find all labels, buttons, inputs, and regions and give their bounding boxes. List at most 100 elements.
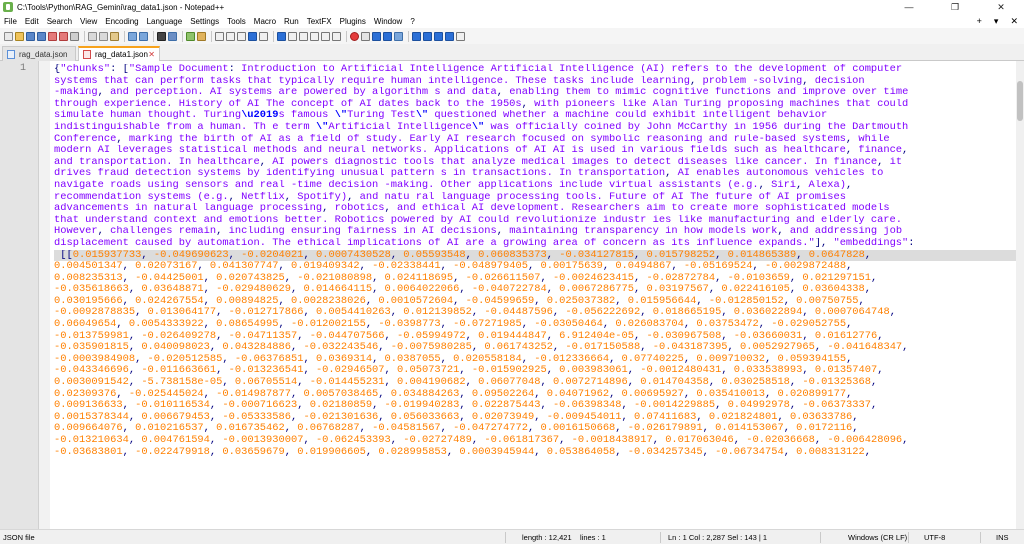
arrow-left-icon[interactable]: [412, 31, 421, 41]
toolbar-separator: [124, 30, 125, 42]
toolbar-separator: [182, 30, 183, 42]
vertical-scrollbar[interactable]: [1016, 61, 1024, 529]
toolbar-separator: [84, 30, 85, 42]
menu-search[interactable]: Search: [43, 17, 76, 26]
menu-file[interactable]: File: [0, 17, 21, 26]
menu-encoding[interactable]: Encoding: [101, 17, 142, 26]
code-line: through experience. History of AI The co…: [54, 98, 909, 110]
title-bar: C:\Tools\Python\RAG_Gemini\rag_data1.jso…: [0, 0, 1024, 14]
code-line: and transportation. In healthcare, AI po…: [54, 156, 903, 168]
minimize-button[interactable]: —: [886, 0, 932, 14]
menu-window[interactable]: Window: [370, 17, 406, 26]
toolbar-separator: [273, 30, 274, 42]
menu-textfx[interactable]: TextFX: [303, 17, 336, 26]
status-bar: JSON file length : 12,421 lines : 1 Ln :…: [0, 529, 1024, 544]
redo-icon[interactable]: [139, 31, 148, 41]
toolbar-separator: [153, 30, 154, 42]
panel-icon[interactable]: [332, 31, 341, 41]
code-line: 0.008235313, -0.04425001, 0.020743825, -…: [54, 272, 878, 284]
scrollbar-thumb[interactable]: [1017, 81, 1023, 121]
save-macro-icon[interactable]: [394, 31, 403, 41]
code-area[interactable]: {"chunks": ["Sample Document: Introducti…: [54, 64, 1016, 458]
print-icon[interactable]: [70, 31, 79, 41]
menu-tools[interactable]: Tools: [223, 17, 250, 26]
code-line: modern AI leverages statistical methods …: [54, 145, 909, 157]
code-line: simulate human thought. Turing\u2019s fa…: [54, 110, 828, 122]
close-file-icon[interactable]: [48, 31, 57, 41]
maximize-button[interactable]: ❐: [932, 0, 978, 14]
code-line: 0.0015378344, 0.006679453, -0.05333586, …: [54, 411, 859, 423]
close-all-icon[interactable]: [59, 31, 68, 41]
copy-icon[interactable]: [99, 31, 108, 41]
status-insert-mode: INS: [996, 533, 1009, 542]
close-button[interactable]: ✕: [978, 0, 1024, 14]
new-file-icon[interactable]: [4, 31, 13, 41]
word-wrap-icon[interactable]: [237, 31, 246, 41]
menu-bar: File Edit Search View Encoding Language …: [0, 14, 1024, 28]
save-icon[interactable]: [26, 31, 35, 41]
undo-icon[interactable]: [128, 31, 137, 41]
menu-edit[interactable]: Edit: [21, 17, 43, 26]
play-macro-icon[interactable]: [372, 31, 381, 41]
code-line: navigate roads using sensors and real -t…: [54, 179, 853, 191]
menu-plugins[interactable]: Plugins: [336, 17, 370, 26]
status-filetype: JSON file: [3, 533, 35, 542]
toolbar-separator: [211, 30, 212, 42]
record-macro-icon[interactable]: [350, 31, 359, 41]
tab-rag-data[interactable]: rag_data.json: [2, 46, 76, 61]
menu-help[interactable]: ?: [406, 17, 418, 26]
zoom-out-icon[interactable]: [197, 31, 206, 41]
status-position: Ln : 1 Col : 2,287 Sel : 143 | 1: [668, 533, 768, 542]
arrow-up-icon[interactable]: [434, 31, 443, 41]
cut-icon[interactable]: [88, 31, 97, 41]
arrow-down-icon[interactable]: [445, 31, 454, 41]
close-document-icon[interactable]: ✕: [1004, 16, 1024, 27]
menu-macro[interactable]: Macro: [250, 17, 280, 26]
folder-workspace-icon[interactable]: [310, 31, 319, 41]
status-separator: [820, 532, 821, 543]
saved-file-icon: [7, 49, 15, 59]
fold-margin[interactable]: [39, 61, 50, 529]
toolbar-separator: [346, 30, 347, 42]
code-line: -0.0003984908, -0.020512585, -0.06376851…: [54, 353, 853, 365]
code-line: 0.009136633, -0.010116534, -0.000716623,…: [54, 400, 878, 412]
plugin-tool-icon[interactable]: [456, 31, 465, 41]
tab-label: rag_data1.json: [95, 50, 148, 59]
status-length: length : 12,421: [522, 533, 572, 542]
menu-language[interactable]: Language: [143, 17, 187, 26]
code-line: -0.035618663, 0.03648871, -0.029480629, …: [54, 284, 872, 296]
open-file-icon[interactable]: [15, 31, 24, 41]
tab-rag-data1[interactable]: rag_data1.json ✕: [78, 46, 160, 61]
code-line: -0.0092878835, 0.013064177, -0.012717866…: [54, 307, 896, 319]
save-all-icon[interactable]: [37, 31, 46, 41]
new-tab-plus-icon[interactable]: +: [971, 16, 988, 27]
menu-settings[interactable]: Settings: [186, 17, 223, 26]
document-map-icon[interactable]: [288, 31, 297, 41]
show-all-characters-icon[interactable]: [248, 31, 257, 41]
function-list-icon[interactable]: [299, 31, 308, 41]
run-macro-multiple-icon[interactable]: [383, 31, 392, 41]
sync-vertical-icon[interactable]: [215, 31, 224, 41]
menu-run[interactable]: Run: [280, 17, 303, 26]
code-line: -0.013210634, 0.004761594, -0.0013930007…: [54, 435, 909, 446]
menu-view[interactable]: View: [76, 17, 101, 26]
paste-icon[interactable]: [110, 31, 119, 41]
editor-pane[interactable]: 1 {"chunks": ["Sample Document: Introduc…: [0, 61, 1024, 529]
zoom-in-icon[interactable]: [186, 31, 195, 41]
code-line: 0.004501347, 0.02073167, 0.041307747, 0.…: [54, 261, 853, 273]
sync-horizontal-icon[interactable]: [226, 31, 235, 41]
replace-icon[interactable]: [168, 31, 177, 41]
tab-list-dropdown-icon[interactable]: ▾: [988, 16, 1005, 27]
user-language-icon[interactable]: [277, 31, 286, 41]
toolbar: [0, 28, 1024, 44]
tab-close-icon[interactable]: ✕: [148, 50, 155, 59]
arrow-right-icon[interactable]: [423, 31, 432, 41]
code-line: -0.013759981, -0.026409278, -0.04711357,…: [54, 330, 884, 342]
monitoring-icon[interactable]: [321, 31, 330, 41]
indent-guide-icon[interactable]: [259, 31, 268, 41]
find-icon[interactable]: [157, 31, 166, 41]
stop-macro-icon[interactable]: [361, 31, 370, 41]
status-separator: [980, 532, 981, 543]
unsaved-file-icon: [83, 50, 91, 59]
code-line: indistinguishable from a human. Th e ter…: [54, 121, 909, 133]
